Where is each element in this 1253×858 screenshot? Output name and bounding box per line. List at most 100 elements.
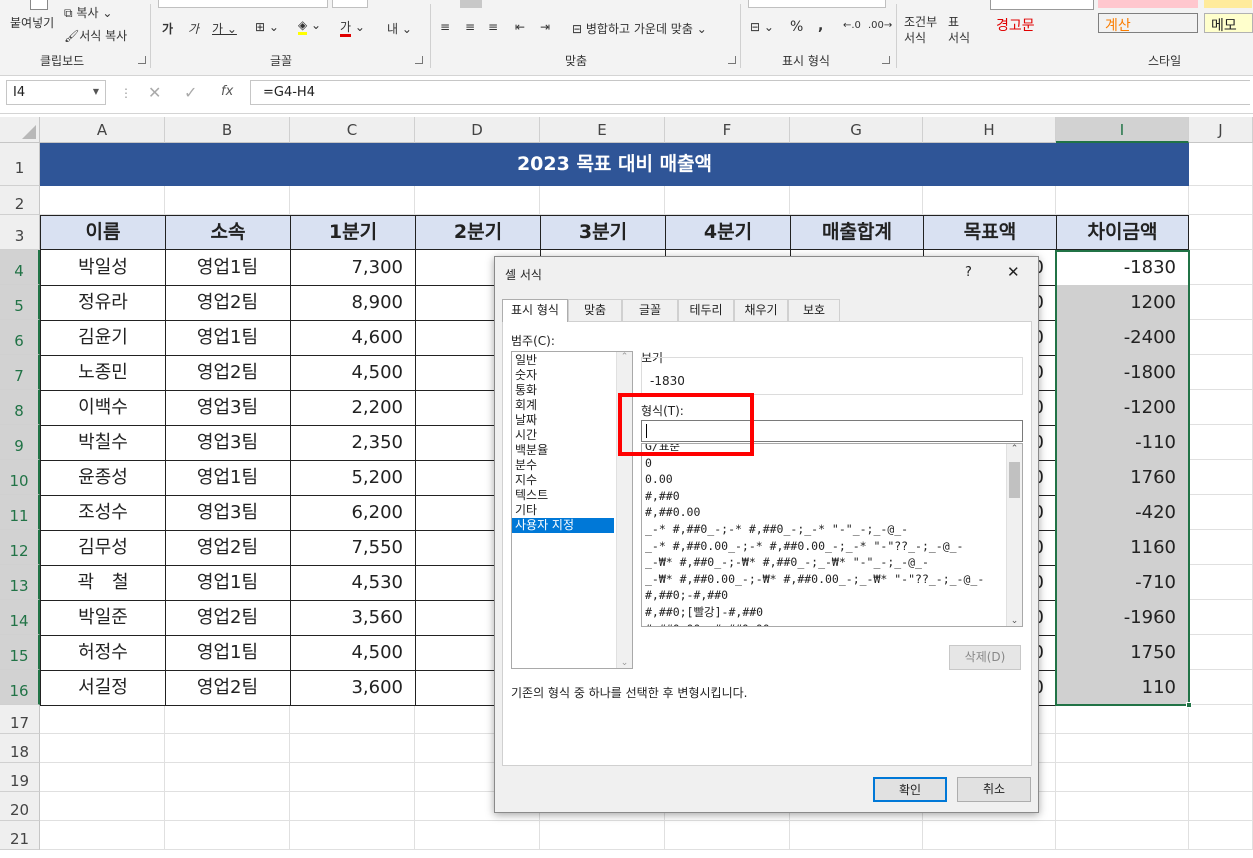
row-header-16[interactable]: 16 — [0, 670, 40, 705]
empty-cell[interactable] — [290, 792, 415, 821]
empty-cell[interactable] — [1189, 425, 1253, 460]
bold-button[interactable]: 가 — [162, 20, 173, 37]
comma-button[interactable]: , — [818, 18, 823, 34]
align-center-button[interactable]: ≡ — [465, 20, 475, 34]
decrease-decimal-button[interactable]: .00→ — [868, 20, 892, 31]
cell-q1[interactable]: 7,300 — [290, 250, 416, 286]
cell-name[interactable]: 김무성 — [40, 530, 166, 566]
cell-team[interactable]: 영업1팀 — [165, 565, 291, 601]
cell-difference[interactable]: 1760 — [1056, 460, 1189, 496]
category-item[interactable]: 사용자 지정 — [512, 518, 614, 533]
cell-name[interactable]: 노종민 — [40, 355, 166, 391]
increase-decimal-button[interactable]: ←.0 — [843, 20, 861, 31]
empty-cell[interactable] — [165, 186, 290, 215]
format-item[interactable]: G/표준 — [642, 444, 1022, 455]
col-header-i[interactable]: I — [1056, 117, 1189, 143]
scrollbar-thumb[interactable] — [1009, 462, 1020, 498]
number-launcher-icon[interactable] — [882, 56, 890, 64]
tab-number[interactable]: 표시 형식 — [502, 299, 568, 322]
format-item[interactable]: #,##0;[빨강]-#,##0 — [642, 604, 1022, 621]
cell-team[interactable]: 영업3팀 — [165, 390, 291, 426]
cell-name[interactable]: 박칠수 — [40, 425, 166, 461]
cell-team[interactable]: 영업1팀 — [165, 320, 291, 356]
empty-cell[interactable] — [540, 186, 665, 215]
row-header-20[interactable]: 20 — [0, 792, 40, 821]
clipboard-launcher-icon[interactable] — [138, 56, 146, 64]
help-button[interactable]: ? — [965, 265, 972, 280]
font-name-box[interactable] — [158, 0, 328, 8]
cell-q1[interactable]: 4,530 — [290, 565, 416, 601]
empty-cell[interactable] — [923, 186, 1056, 215]
enter-icon[interactable]: ✓ — [184, 83, 197, 102]
empty-cell[interactable] — [1189, 495, 1253, 530]
select-all-corner[interactable] — [0, 117, 40, 143]
empty-cell[interactable] — [1189, 635, 1253, 670]
cell-difference[interactable]: -1800 — [1056, 355, 1189, 391]
cell-q1[interactable]: 2,350 — [290, 425, 416, 461]
row-header-21[interactable]: 21 — [0, 821, 40, 850]
category-item[interactable]: 일반 — [512, 353, 614, 368]
empty-cell[interactable] — [165, 792, 290, 821]
header-cell-sales-total[interactable]: 매출합계 — [790, 215, 924, 250]
row-header-10[interactable]: 10 — [0, 460, 40, 495]
percent-button[interactable]: % — [790, 19, 803, 35]
tab-font[interactable]: 글꼴 — [622, 299, 678, 321]
cell-name[interactable]: 곽 철 — [40, 565, 166, 601]
empty-cell[interactable] — [1056, 705, 1189, 734]
cell-team[interactable]: 영업2팀 — [165, 285, 291, 321]
name-box[interactable]: I4 ▼ — [6, 80, 106, 105]
align-left-button[interactable]: ≡ — [440, 20, 450, 34]
cell-q1[interactable]: 4,500 — [290, 355, 416, 391]
category-item[interactable]: 시간 — [512, 428, 614, 443]
empty-cell[interactable] — [1189, 285, 1253, 320]
copy-button[interactable]: ⧉ 복사 ⌄ — [64, 4, 112, 21]
style-bad[interactable] — [1098, 0, 1198, 8]
empty-cell[interactable] — [790, 821, 923, 850]
header-cell-q2[interactable]: 2분기 — [415, 215, 541, 250]
empty-cell[interactable] — [1189, 763, 1253, 792]
empty-cell[interactable] — [1056, 821, 1189, 850]
row-header-15[interactable]: 15 — [0, 635, 40, 670]
empty-cell[interactable] — [1189, 143, 1253, 186]
empty-cell[interactable] — [290, 763, 415, 792]
cell-difference[interactable]: -2400 — [1056, 320, 1189, 356]
empty-cell[interactable] — [165, 705, 290, 734]
decrease-indent-button[interactable]: ⇤ — [515, 20, 525, 34]
empty-cell[interactable] — [1189, 320, 1253, 355]
ok-button[interactable]: 확인 — [873, 777, 947, 802]
border-button[interactable]: ⊞ ⌄ — [255, 20, 279, 34]
empty-cell[interactable] — [290, 186, 415, 215]
align-right-button[interactable]: ≡ — [488, 20, 498, 34]
cell-team[interactable]: 영업2팀 — [165, 355, 291, 391]
category-item[interactable]: 숫자 — [512, 368, 614, 383]
empty-cell[interactable] — [40, 792, 165, 821]
category-item[interactable]: 백분율 — [512, 443, 614, 458]
format-item[interactable]: #,##0 — [642, 488, 1022, 505]
row-header-11[interactable]: 11 — [0, 495, 40, 530]
cell-name[interactable]: 윤종성 — [40, 460, 166, 496]
insert-function-icon[interactable]: fx — [221, 84, 233, 99]
row-header-12[interactable]: 12 — [0, 530, 40, 565]
col-header-j[interactable]: J — [1189, 117, 1253, 143]
cell-team[interactable]: 영업2팀 — [165, 600, 291, 636]
font-launcher-icon[interactable] — [415, 56, 423, 64]
empty-cell[interactable] — [923, 821, 1056, 850]
empty-cell[interactable] — [40, 186, 165, 215]
cell-q1[interactable]: 4,600 — [290, 320, 416, 356]
row-header-14[interactable]: 14 — [0, 600, 40, 635]
cell-q1[interactable]: 8,900 — [290, 285, 416, 321]
empty-cell[interactable] — [290, 734, 415, 763]
empty-cell[interactable] — [1189, 530, 1253, 565]
empty-cell[interactable] — [1056, 763, 1189, 792]
col-header-h[interactable]: H — [923, 117, 1056, 143]
empty-cell[interactable] — [1056, 792, 1189, 821]
row-header-1[interactable]: 1 — [0, 143, 40, 186]
empty-cell[interactable] — [1189, 250, 1253, 285]
empty-cell[interactable] — [415, 186, 540, 215]
category-item[interactable]: 텍스트 — [512, 488, 614, 503]
align-launcher-icon[interactable] — [728, 56, 736, 64]
cancel-icon[interactable]: ✕ — [148, 83, 161, 102]
format-item[interactable]: _-* #,##0.00_-;-* #,##0.00_-;_-* "-"??_-… — [642, 538, 1022, 555]
empty-cell[interactable] — [165, 734, 290, 763]
conditional-format-button[interactable]: 조건부 서식 — [904, 14, 937, 46]
